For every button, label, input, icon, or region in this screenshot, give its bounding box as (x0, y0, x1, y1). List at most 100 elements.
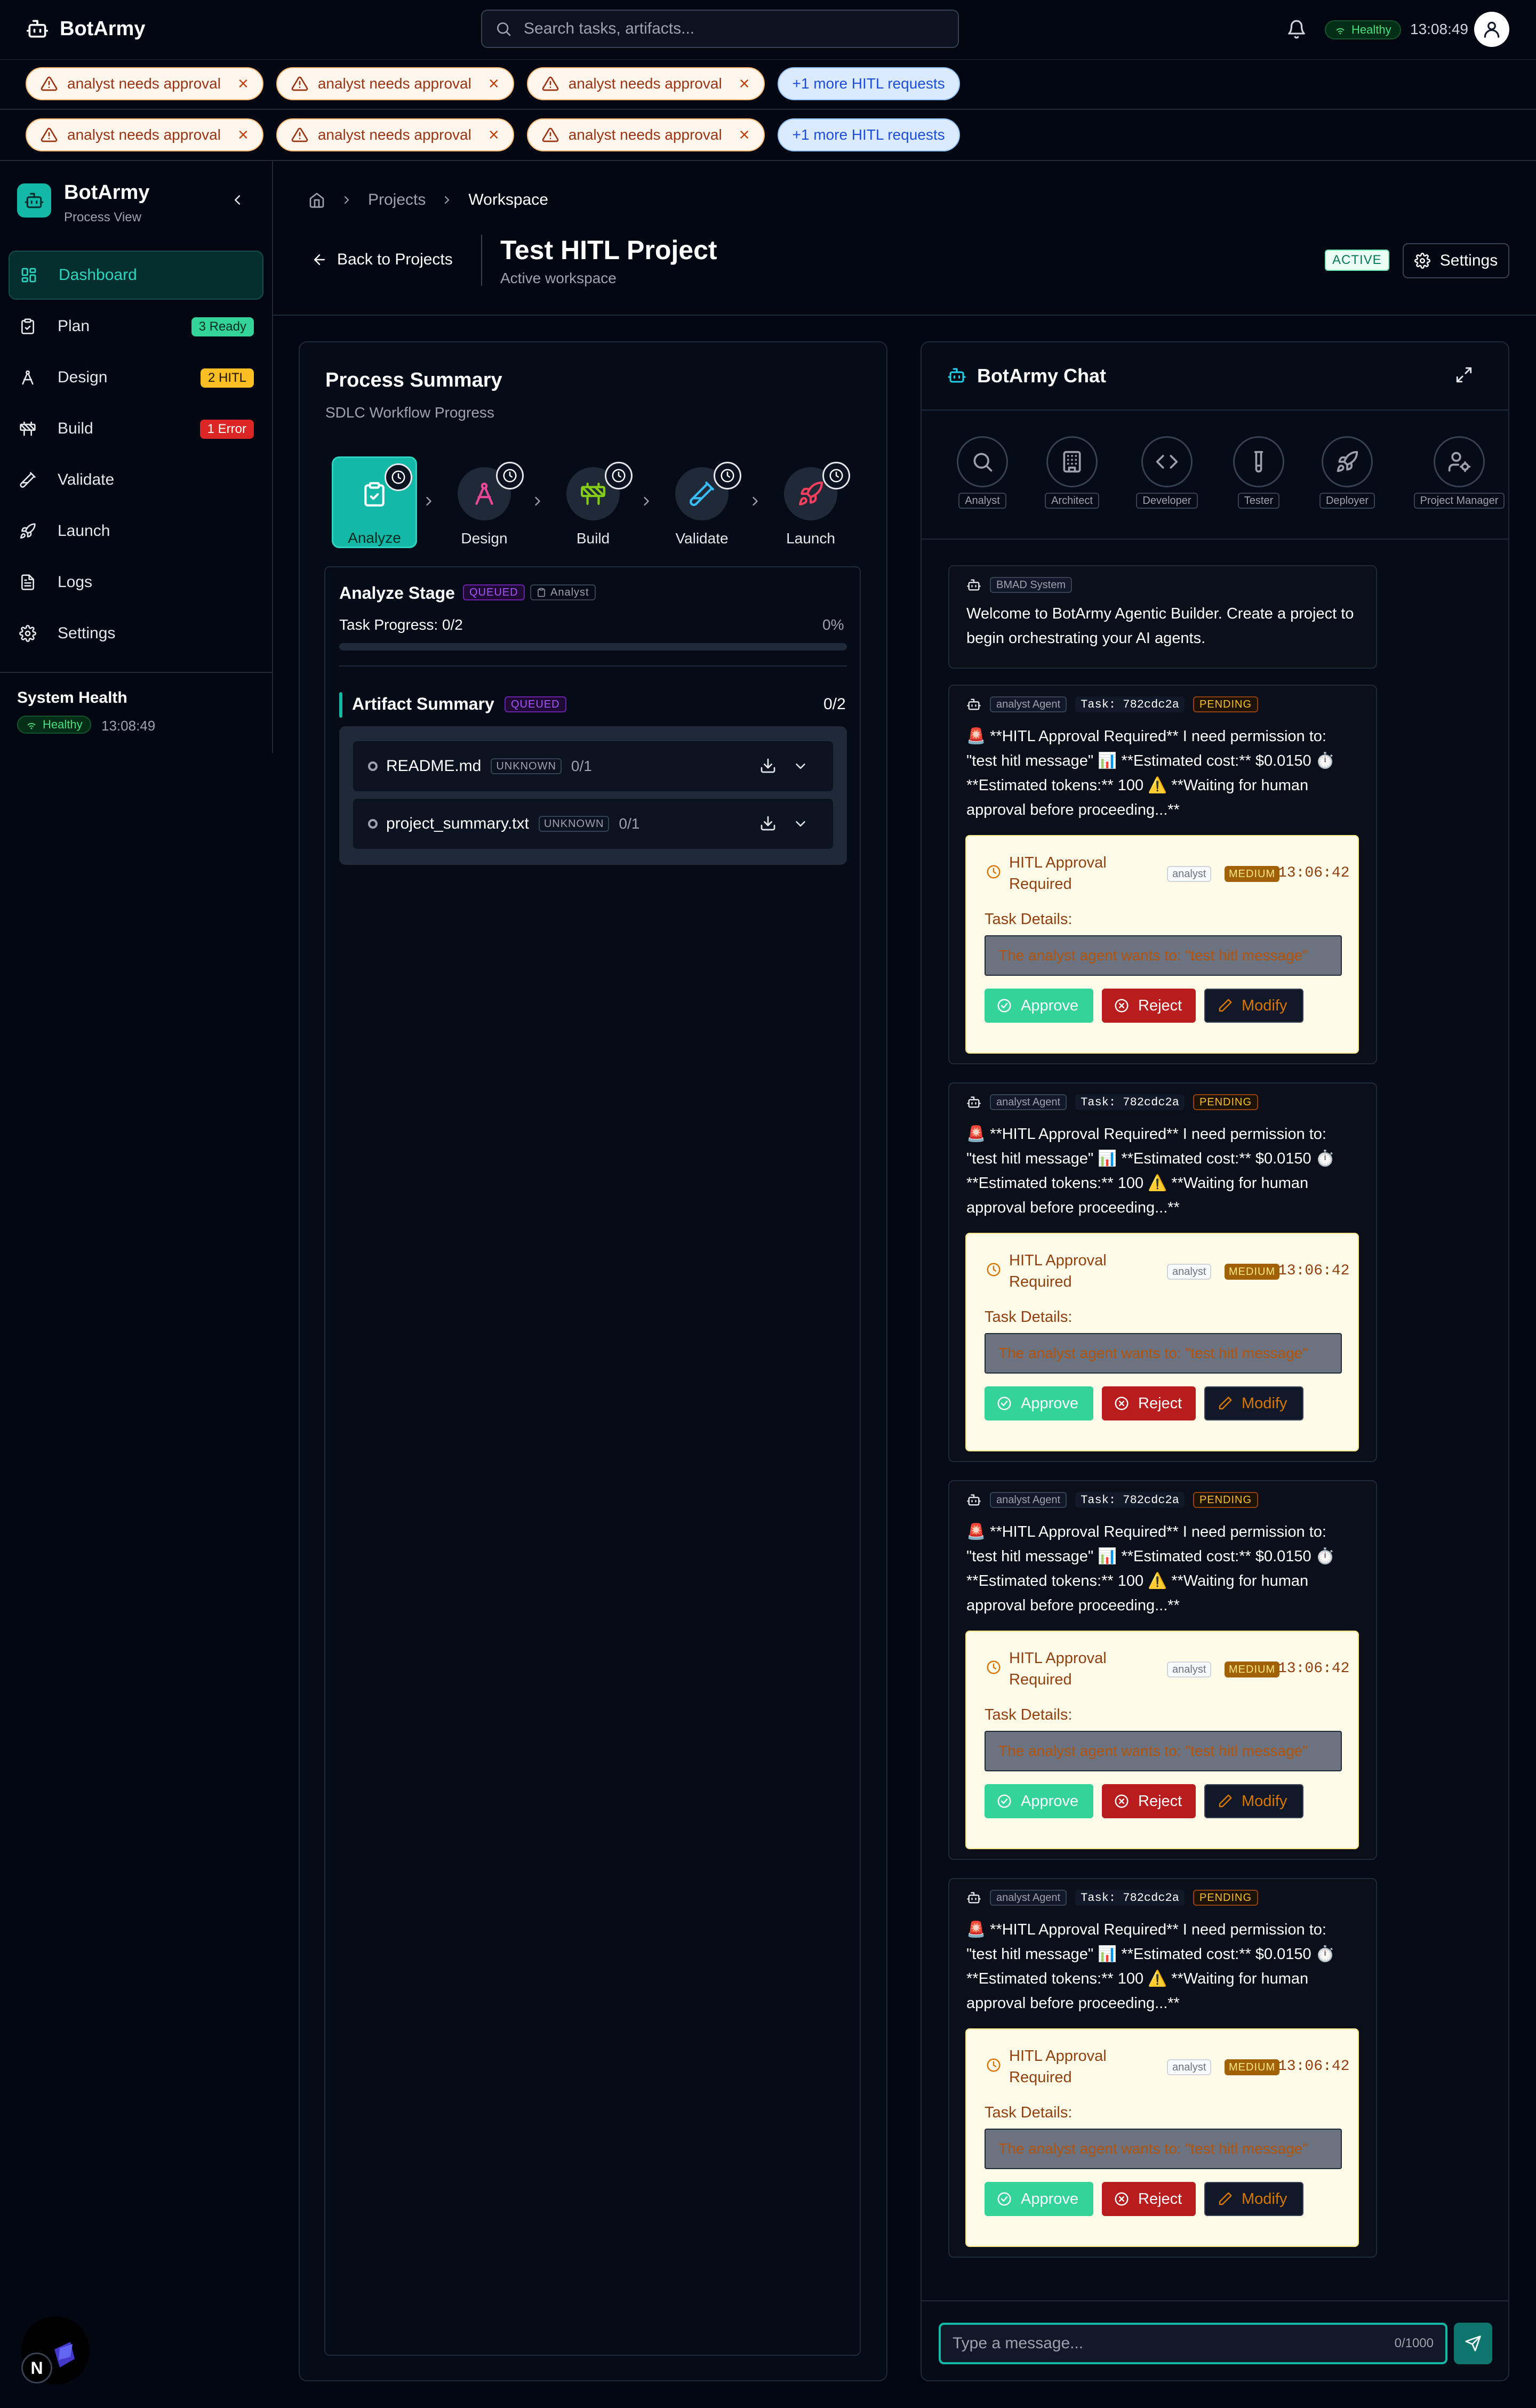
app-brand[interactable]: BotArmy (26, 17, 145, 41)
task-id: Task: 782cdc2a (1075, 1094, 1185, 1110)
modify-button[interactable]: Modify (1204, 1784, 1303, 1818)
stage-validate[interactable]: Validate (659, 456, 745, 548)
sidebar-item-label: Launch (58, 522, 110, 540)
clock-icon (605, 462, 633, 489)
check-circle-icon (996, 1793, 1012, 1809)
message-input-box[interactable]: 0/1000 (939, 2323, 1447, 2364)
stage-design[interactable]: Design (442, 456, 527, 548)
reject-button[interactable]: Reject (1102, 989, 1196, 1023)
bell-icon[interactable] (1286, 19, 1307, 39)
x-circle-icon (1114, 2191, 1130, 2207)
sidebar-item-plan[interactable]: Plan 3 Ready (9, 302, 263, 351)
sidebar-item-validate[interactable]: Validate (9, 455, 263, 504)
chevron-down-icon[interactable] (793, 758, 809, 774)
health-badge: Healthy (1325, 20, 1401, 39)
agent-tester-button[interactable]: Tester (1211, 436, 1307, 509)
agent-deployer-button[interactable]: Deployer (1299, 436, 1395, 509)
download-icon[interactable] (759, 757, 777, 774)
reject-button[interactable]: Reject (1102, 2182, 1196, 2216)
stage-launch[interactable]: Launch (768, 456, 853, 548)
sidebar-item-label: Logs (58, 573, 93, 591)
dev-indicator-button[interactable]: N (21, 2353, 52, 2383)
sidebar-item-logs[interactable]: Logs (9, 558, 263, 607)
hitl-alert[interactable]: analyst needs approval × (526, 67, 765, 100)
close-icon[interactable]: × (238, 126, 249, 144)
approve-button[interactable]: Approve (985, 989, 1093, 1023)
close-icon[interactable]: × (739, 126, 750, 144)
task-details: The analyst agent wants to: "test hitl m… (985, 935, 1342, 976)
modify-button[interactable]: Modify (1204, 989, 1303, 1023)
artifact-row[interactable]: project_summary.txt UNKNOWN 0/1 (353, 799, 833, 849)
sidebar-item-settings[interactable]: Settings (9, 609, 263, 658)
maximize-icon[interactable] (1455, 366, 1473, 384)
message-header: analyst Agent Task: 782cdc2a PENDING (966, 1094, 1259, 1110)
search-icon (957, 436, 1008, 487)
dashboard-icon (20, 267, 37, 284)
health-status: Healthy (1351, 23, 1391, 36)
search-input[interactable] (524, 20, 929, 38)
chevron-left-icon[interactable] (229, 192, 245, 208)
clock-icon (714, 462, 741, 489)
sidebar-item-dashboard[interactable]: Dashboard (9, 251, 263, 300)
send-button[interactable] (1454, 2323, 1492, 2364)
more-hitl-requests-button[interactable]: +1 more HITL requests (777, 67, 960, 100)
character-count: 0/1000 (1394, 2336, 1434, 2350)
breadcrumb-projects[interactable]: Projects (368, 191, 426, 209)
user-avatar[interactable] (1474, 12, 1509, 47)
divider (922, 539, 1508, 540)
approve-button[interactable]: Approve (985, 1784, 1093, 1818)
pencil-icon (1217, 2191, 1233, 2207)
back-label: Back to Projects (337, 251, 453, 268)
approve-button[interactable]: Approve (985, 1386, 1093, 1420)
close-icon[interactable]: × (489, 126, 499, 144)
artifact-row[interactable]: README.md UNKNOWN 0/1 (353, 741, 833, 791)
chevron-down-icon[interactable] (793, 816, 809, 832)
chevron-right-icon (748, 494, 763, 509)
search-box[interactable] (481, 10, 959, 48)
close-icon[interactable]: × (489, 75, 499, 93)
reject-button[interactable]: Reject (1102, 1784, 1196, 1818)
stage-build[interactable]: Build (550, 456, 636, 548)
close-icon[interactable]: × (739, 75, 750, 93)
more-hitl-requests-button[interactable]: +1 more HITL requests (777, 118, 960, 151)
sidebar-item-launch[interactable]: Launch (9, 507, 263, 556)
hitl-alert[interactable]: analyst needs approval × (276, 67, 514, 100)
agent-label: Analyst (958, 493, 1006, 509)
sidebar-item-build[interactable]: Build 1 Error (9, 404, 263, 453)
sidebar-item-design[interactable]: Design 2 HITL (9, 353, 263, 402)
approve-button[interactable]: Approve (985, 2182, 1093, 2216)
clock-icon (986, 1659, 1002, 1675)
construction-icon (19, 420, 36, 437)
clock-icon (986, 864, 1002, 880)
hitl-alert[interactable]: analyst needs approval × (26, 67, 263, 100)
back-to-projects-button[interactable]: Back to Projects (311, 251, 453, 269)
agent-developer-button[interactable]: Developer (1119, 436, 1215, 509)
warning-icon (291, 75, 308, 92)
hitl-alert[interactable]: analyst needs approval × (26, 118, 263, 151)
stage-analyze[interactable]: Analyze (332, 456, 417, 548)
system-message: BMAD System Welcome to BotArmy Agentic B… (948, 565, 1377, 669)
home-icon[interactable] (308, 191, 325, 208)
wifi-icon (26, 719, 37, 731)
check-circle-icon (996, 1395, 1012, 1411)
compass-icon (19, 369, 36, 386)
agent-analyst-button[interactable]: Analyst (934, 436, 1030, 509)
download-icon[interactable] (759, 815, 777, 832)
modify-button[interactable]: Modify (1204, 1386, 1303, 1420)
agent-architect-button[interactable]: Architect (1024, 436, 1120, 509)
artifact-progress: 0/1 (619, 815, 640, 832)
hitl-alert[interactable]: analyst needs approval × (526, 118, 765, 151)
close-icon[interactable]: × (238, 75, 249, 93)
agent-project-manager-button[interactable]: Project Manager (1411, 436, 1507, 509)
settings-button[interactable]: Settings (1403, 243, 1509, 278)
arrow-left-icon (311, 252, 327, 268)
hitl-alert[interactable]: analyst needs approval × (276, 118, 514, 151)
hitl-card-title: HITL Approval Required (1009, 1650, 1107, 1688)
message-input[interactable] (953, 2334, 1395, 2353)
clipboard-check-icon (19, 318, 36, 335)
reject-button[interactable]: Reject (1102, 1386, 1196, 1420)
process-summary-subtitle: SDLC Workflow Progress (325, 404, 494, 421)
modify-button[interactable]: Modify (1204, 2182, 1303, 2216)
error-badge: 1 Error (199, 420, 254, 439)
agent-badge: analyst (1167, 1264, 1212, 1280)
